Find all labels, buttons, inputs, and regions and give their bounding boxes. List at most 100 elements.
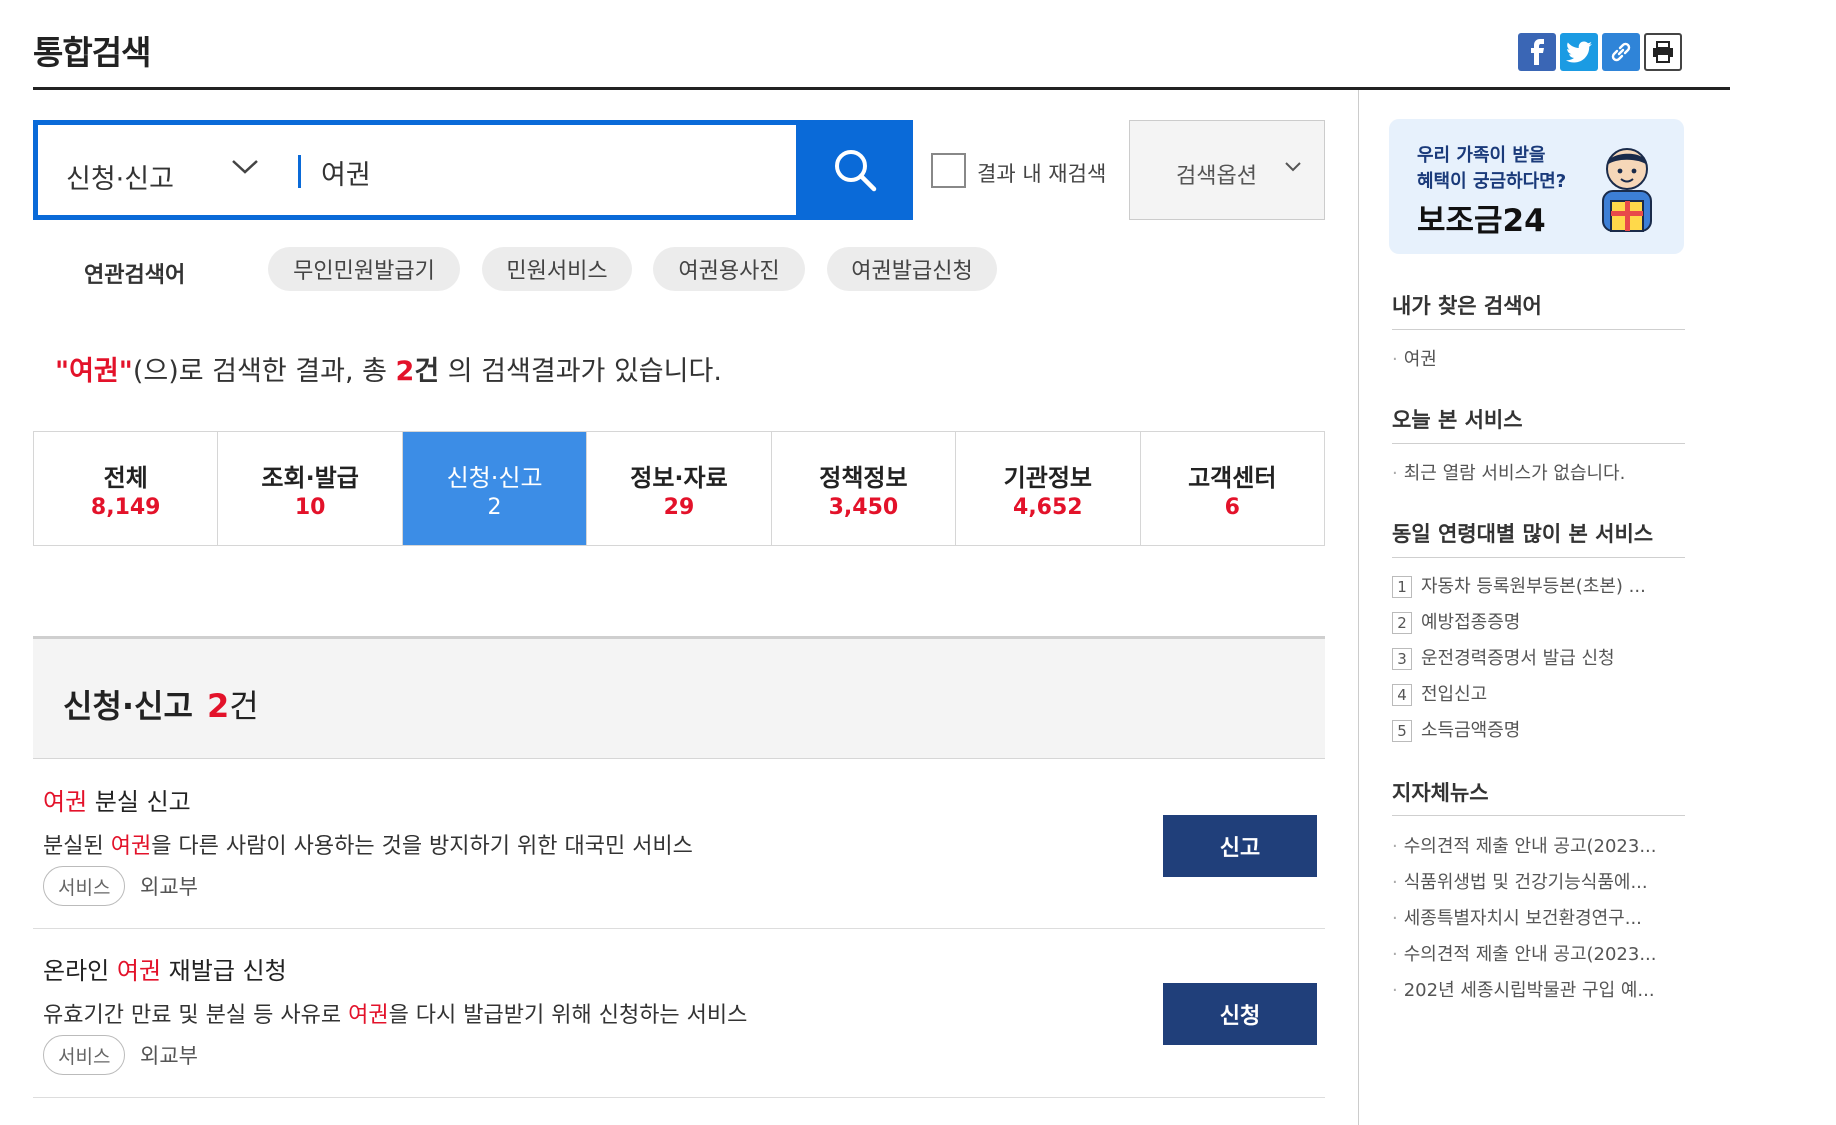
my-search-item[interactable]: · 여권 bbox=[1392, 345, 1437, 371]
result-text-tail: 의 검색결과가 있습니다. bbox=[439, 356, 722, 387]
result-desc-text: 을 다른 사람이 사용하는 것을 방지하기 위한 대국민 서비스 bbox=[151, 834, 693, 859]
news-item[interactable]: · 수의견적 제출 안내 공고(2023... bbox=[1392, 832, 1657, 858]
news-label: 세종특별자치시 보건환경연구... bbox=[1403, 908, 1642, 929]
list-item: 여권 분실 신고 분실된 여권을 다른 사람이 사용하는 것을 방지하기 위한 … bbox=[33, 760, 1325, 929]
result-desc-highlight: 여권 bbox=[110, 834, 152, 859]
rank-badge: 1 bbox=[1392, 576, 1412, 598]
tab-customer-center[interactable]: 고객센터 6 bbox=[1140, 432, 1324, 545]
news-label: 수의견적 제출 안내 공고(2023... bbox=[1403, 836, 1657, 857]
search-options-button[interactable]: 검색옵션 bbox=[1129, 120, 1325, 220]
rank-badge: 4 bbox=[1392, 684, 1412, 706]
rank-badge: 5 bbox=[1392, 720, 1412, 742]
popular-service-item[interactable]: 2 예방접종증명 bbox=[1392, 608, 1520, 634]
news-label: 수의견적 제출 안내 공고(2023... bbox=[1403, 944, 1657, 965]
divider bbox=[1392, 557, 1685, 558]
tab-application-report[interactable]: 신청·신고 2 bbox=[402, 432, 588, 545]
related-keyword-chip[interactable]: 민원서비스 bbox=[482, 247, 632, 291]
popular-service-item[interactable]: 1 자동차 등록원부등본(초본) ... bbox=[1392, 572, 1646, 598]
tab-count: 3,450 bbox=[828, 494, 899, 520]
result-title-highlight: 여권 bbox=[43, 788, 88, 816]
title-divider bbox=[33, 87, 1730, 90]
tab-inquiry-issue[interactable]: 조회·발급 10 bbox=[218, 432, 403, 545]
tab-count: 4,652 bbox=[1013, 494, 1083, 520]
result-title-highlight: 여권 bbox=[116, 957, 162, 985]
tab-label: 고객센터 bbox=[1188, 463, 1277, 492]
popular-service-label: 자동차 등록원부등본(초본) ... bbox=[1421, 576, 1646, 597]
news-item[interactable]: · 202년 세종시립박물관 구입 예... bbox=[1392, 976, 1655, 1002]
result-title[interactable]: 여권 분실 신고 bbox=[43, 782, 191, 817]
subsidy-banner[interactable]: 우리 가족이 받을 혜택이 궁금하다면? 보조금24 bbox=[1389, 119, 1684, 254]
result-title-text: 온라인 bbox=[43, 957, 117, 985]
banner-brand: 보조금24 bbox=[1417, 203, 1546, 239]
service-tag: 서비스 bbox=[43, 866, 126, 906]
page-title: 통합검색 bbox=[33, 33, 151, 72]
tab-agency-info[interactable]: 기관정보 4,652 bbox=[956, 432, 1141, 545]
list-item: 온라인 여권 재발급 신청 유효기간 만료 및 분실 등 사유로 여권을 다시 … bbox=[33, 929, 1325, 1098]
search-options-label: 검색옵션 bbox=[1176, 164, 1257, 189]
text-cursor bbox=[298, 155, 301, 188]
result-description: 분실된 여권을 다른 사람이 사용하는 것을 방지하기 위한 대국민 서비스 bbox=[43, 828, 693, 860]
search-icon bbox=[834, 150, 876, 192]
popular-service-label: 전입신고 bbox=[1421, 684, 1488, 705]
divider bbox=[1392, 329, 1685, 330]
rank-badge: 2 bbox=[1392, 612, 1412, 634]
popular-services-title: 동일 연령대별 많이 본 서비스 bbox=[1392, 522, 1654, 546]
search-button[interactable] bbox=[796, 120, 913, 220]
bullet: · bbox=[1392, 349, 1398, 370]
bullet: · bbox=[1392, 980, 1398, 1001]
section-count-number: 2 bbox=[207, 687, 230, 725]
popular-service-item[interactable]: 4 전입신고 bbox=[1392, 680, 1487, 706]
result-desc-text: 을 다시 발급받기 위해 신청하는 서비스 bbox=[388, 1003, 748, 1028]
apply-button[interactable]: 신청 bbox=[1163, 983, 1317, 1045]
related-keywords-title: 연관검색어 bbox=[84, 263, 186, 288]
news-label: 202년 세종시립박물관 구입 예... bbox=[1403, 980, 1655, 1001]
tab-info-data[interactable]: 정보·자료 29 bbox=[587, 432, 772, 545]
popular-service-item[interactable]: 5 소득금액증명 bbox=[1392, 716, 1520, 742]
result-summary: "여권"(으)로 검색한 결과, 총 2건 의 검색결과가 있습니다. bbox=[55, 349, 722, 388]
related-keyword-chip[interactable]: 무인민원발급기 bbox=[268, 247, 460, 291]
tab-label: 전체 bbox=[103, 463, 148, 492]
report-button[interactable]: 신고 bbox=[1163, 815, 1317, 877]
link-icon[interactable] bbox=[1602, 33, 1640, 71]
news-item[interactable]: · 수의견적 제출 안내 공고(2023... bbox=[1392, 940, 1657, 966]
result-title[interactable]: 온라인 여권 재발급 신청 bbox=[43, 951, 287, 986]
related-keyword-chip[interactable]: 여권용사진 bbox=[653, 247, 805, 291]
search-input[interactable]: 여권 bbox=[321, 153, 371, 192]
today-service-label: 최근 열람 서비스가 없습니다. bbox=[1403, 463, 1626, 484]
tab-count: 10 bbox=[294, 494, 326, 520]
print-icon[interactable] bbox=[1644, 33, 1682, 71]
tab-label: 정책정보 bbox=[819, 463, 908, 492]
twitter-icon[interactable] bbox=[1560, 33, 1598, 71]
news-label: 식품위생법 및 건강기능식품에... bbox=[1403, 872, 1648, 893]
category-select[interactable]: 신청·신고 bbox=[66, 157, 174, 196]
character-illustration-icon bbox=[1589, 141, 1669, 245]
result-unit: 건 bbox=[414, 356, 440, 387]
result-keyword: "여권" bbox=[55, 356, 133, 387]
news-item[interactable]: · 세종특별자치시 보건환경연구... bbox=[1392, 904, 1642, 930]
tab-label: 신청·신고 bbox=[446, 463, 543, 492]
agency-name: 외교부 bbox=[140, 875, 198, 899]
tab-count: 2 bbox=[487, 494, 502, 520]
result-desc-text: 분실된 bbox=[43, 834, 111, 859]
agency-name: 외교부 bbox=[140, 1044, 198, 1068]
my-searches-title: 내가 찾은 검색어 bbox=[1392, 294, 1542, 318]
divider bbox=[1392, 815, 1685, 816]
news-item[interactable]: · 식품위생법 및 건강기능식품에... bbox=[1392, 868, 1648, 894]
re-search-label[interactable]: 결과 내 재검색 bbox=[977, 158, 1106, 188]
tab-count: 29 bbox=[663, 494, 695, 520]
section-count: 2건 bbox=[207, 681, 259, 727]
bullet: · bbox=[1392, 463, 1398, 484]
re-search-checkbox[interactable] bbox=[931, 153, 966, 188]
related-keyword-chip[interactable]: 여권발급신청 bbox=[827, 247, 997, 291]
banner-line: 우리 가족이 받을 bbox=[1417, 145, 1546, 166]
section-title: 신청·신고 bbox=[63, 687, 193, 725]
result-count: 2 bbox=[395, 356, 415, 387]
facebook-icon[interactable] bbox=[1518, 33, 1556, 71]
tab-policy-info[interactable]: 정책정보 3,450 bbox=[771, 432, 957, 545]
chevron-down-icon[interactable] bbox=[230, 157, 260, 181]
tab-all[interactable]: 전체 8,149 bbox=[34, 432, 219, 545]
popular-service-label: 소득금액증명 bbox=[1421, 720, 1521, 741]
service-tag: 서비스 bbox=[43, 1035, 126, 1075]
section-header: 신청·신고 2건 bbox=[33, 636, 1325, 759]
popular-service-item[interactable]: 3 운전경력증명서 발급 신청 bbox=[1392, 644, 1615, 670]
